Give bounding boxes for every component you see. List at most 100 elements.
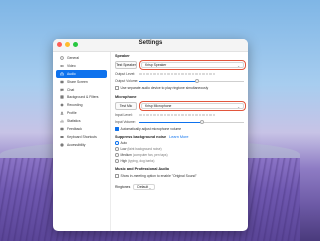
output-volume-label: Output Volume:: [115, 79, 139, 83]
microphone-row: Test Mic Krisp Microphone ⌄: [115, 101, 246, 111]
learn-more-link[interactable]: Learn More: [169, 135, 188, 139]
test-speaker-button[interactable]: Test Speaker: [115, 61, 137, 69]
input-level-row: Input Level:: [115, 113, 244, 117]
auto-adjust-label: Automatically adjust microphone volume: [120, 127, 182, 131]
auto-adjust-row: Automatically adjust microphone volume: [115, 127, 244, 131]
sidebar-item-statistics[interactable]: Statistics: [56, 117, 107, 125]
speaker-row: Test Speaker Krisp Speaker ⌄: [115, 60, 246, 70]
microphone-select[interactable]: Krisp Microphone ⌄: [139, 101, 246, 111]
sidebar-item-label: Chat: [67, 87, 75, 92]
noise-option-label: Low: [120, 147, 127, 151]
ringtone-label: Ringtones: [115, 185, 131, 189]
noise-suppression-options: Auto Low (faint background noise) Medium (co…: [115, 141, 244, 163]
sidebar-item-general[interactable]: General: [56, 54, 107, 62]
input-level-label: Input Level:: [115, 113, 133, 117]
microphone-heading: Microphone: [115, 95, 137, 99]
sidebar-item-label: Profile: [67, 111, 77, 116]
input-volume-label: Input Volume:: [115, 120, 136, 124]
sidebar-item-share-screen[interactable]: Share Screen: [56, 78, 107, 86]
speaker-select-value: Krisp Speaker: [145, 63, 167, 67]
noise-option-label: Auto: [120, 141, 128, 145]
original-sound-row: Show in-meeting option to enable "Origin…: [115, 174, 244, 178]
sidebar-item-label: Share Screen: [67, 79, 88, 84]
profile-icon: [60, 111, 64, 115]
record-icon: [60, 103, 64, 107]
sidebar-item-label: General: [67, 55, 80, 60]
input-volume-row: Input Volume:: [115, 120, 244, 124]
settings-sidebar: General Video Audio Share Screen Chat Backgro…: [53, 52, 111, 231]
suppress-noise-title: Suppress background noise: [115, 135, 167, 139]
speaker-select[interactable]: Krisp Speaker ⌄: [139, 60, 246, 70]
window-titlebar: Settings: [53, 39, 248, 52]
radio-button[interactable]: [115, 147, 119, 151]
chevron-down-icon: ⌄: [237, 64, 240, 68]
chevron-down-icon: ⌄: [148, 186, 152, 190]
input-volume-slider[interactable]: [139, 120, 244, 124]
noise-option-description: (faint background noise): [127, 147, 162, 151]
input-level-meter: [139, 113, 244, 117]
auto-adjust-checkbox[interactable]: [115, 127, 119, 131]
test-mic-button[interactable]: Test Mic: [115, 102, 137, 110]
sidebar-item-audio[interactable]: Audio: [56, 69, 107, 78]
noise-option-description: (computer fan, pen taps): [132, 153, 168, 157]
separate-device-label: Use separate audio device to play ringto…: [120, 86, 209, 90]
noise-option-high[interactable]: High (typing, dog barks): [115, 159, 244, 163]
accessibility-icon: [60, 143, 64, 147]
audio-settings-panel: Speaker Test Speaker Krisp Speaker ⌄ Out…: [115, 52, 246, 231]
video-icon: [60, 64, 64, 68]
radio-button[interactable]: [115, 159, 119, 163]
original-sound-checkbox[interactable]: [115, 174, 119, 178]
suppress-noise-heading: Suppress background noise Learn More: [115, 135, 244, 139]
sidebar-item-profile[interactable]: Profile: [56, 109, 107, 117]
sidebar-item-label: Recording: [67, 103, 83, 108]
output-volume-row: Output Volume:: [115, 79, 244, 83]
sidebar-item-accessibility[interactable]: Accessibility: [56, 141, 107, 149]
sidebar-item-label: Feedback: [67, 126, 82, 131]
feedback-icon: [60, 127, 64, 131]
window-title: Settings: [138, 40, 163, 46]
input-volume-knob[interactable]: [200, 120, 204, 124]
headphones-icon: [60, 72, 64, 76]
sidebar-item-chat[interactable]: Chat: [56, 86, 107, 94]
speaker-heading: Speaker: [115, 54, 130, 58]
share-screen-icon: [60, 80, 64, 84]
keyboard-icon: [60, 135, 64, 139]
sidebar-item-label: Video: [67, 63, 76, 68]
noise-option-low[interactable]: Low (faint background noise): [115, 147, 244, 151]
output-level-row: Output Level:: [115, 72, 244, 76]
sidebar-item-label: Audio: [67, 71, 76, 76]
sidebar-item-label: Background & Filters: [67, 95, 99, 100]
gear-icon: [60, 56, 64, 60]
sidebar-item-label: Accessibility: [67, 142, 86, 147]
separate-device-checkbox[interactable]: [115, 86, 119, 90]
chat-icon: [60, 88, 64, 92]
output-level-label: Output Level:: [115, 72, 136, 76]
noise-option-auto[interactable]: Auto: [115, 141, 244, 145]
music-audio-heading: Music and Professional Audio: [115, 167, 170, 171]
sidebar-item-label: Keyboard Shortcuts: [67, 134, 97, 139]
sidebar-item-background-filters[interactable]: Background & Filters: [56, 93, 107, 101]
noise-option-description: (typing, dog barks): [128, 159, 155, 163]
radio-button[interactable]: [115, 141, 119, 145]
chevron-down-icon: ⌄: [237, 105, 240, 109]
statistics-icon: [60, 119, 64, 123]
sidebar-item-video[interactable]: Video: [56, 62, 107, 70]
ringtone-row: Ringtones Default ⌄: [115, 184, 244, 190]
noise-option-label: Medium: [120, 153, 132, 157]
background-icon: [60, 95, 64, 99]
separate-device-row: Use separate audio device to play ringto…: [115, 86, 244, 90]
sidebar-item-recording[interactable]: Recording: [56, 101, 107, 109]
noise-option-medium[interactable]: Medium (computer fan, pen taps): [115, 153, 244, 157]
microphone-select-value: Krisp Microphone: [145, 104, 172, 108]
original-sound-label: Show in-meeting option to enable "Origin…: [120, 174, 197, 178]
sidebar-item-keyboard-shortcuts[interactable]: Keyboard Shortcuts: [56, 133, 107, 141]
ringtone-select[interactable]: Default ⌄: [133, 184, 156, 190]
output-volume-slider[interactable]: [139, 79, 244, 83]
noise-option-label: High: [120, 159, 128, 163]
sidebar-item-label: Statistics: [67, 119, 81, 124]
output-volume-knob[interactable]: [194, 79, 199, 83]
output-level-meter: [139, 72, 244, 76]
sidebar-item-feedback[interactable]: Feedback: [56, 125, 107, 133]
radio-button[interactable]: [115, 153, 119, 157]
ringtone-select-value: Default: [137, 185, 149, 189]
